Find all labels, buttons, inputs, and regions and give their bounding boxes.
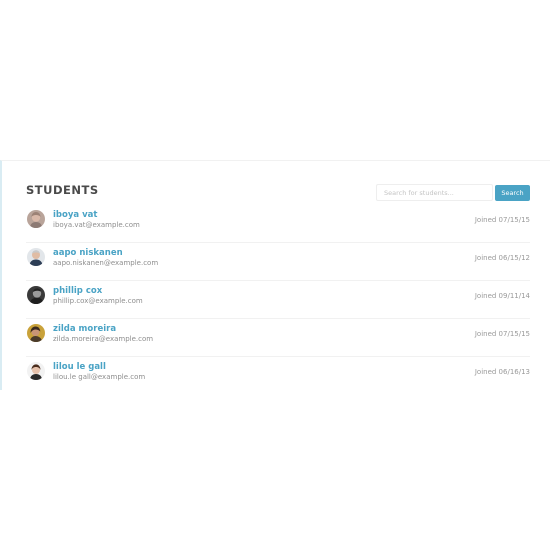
student-email: lilou.le gall@example.com <box>53 373 146 381</box>
student-email: zilda.moreira@example.com <box>53 335 154 343</box>
joined-date: Joined 06/15/12 <box>474 254 530 262</box>
page-title: STUDENTS <box>26 183 99 197</box>
student-list: iboya vat iboya.vat@example.com Joined 0… <box>26 205 530 395</box>
user-avatar-icon <box>27 286 45 304</box>
list-item: phillip cox phillip.cox@example.com Join… <box>26 281 530 319</box>
student-email: iboya.vat@example.com <box>53 221 140 229</box>
list-item: lilou le gall lilou.le gall@example.com … <box>26 357 530 395</box>
student-name-link[interactable]: phillip cox <box>53 286 102 296</box>
user-avatar-icon <box>27 362 45 380</box>
student-name-link[interactable]: lilou le gall <box>53 362 106 372</box>
joined-date: Joined 06/16/13 <box>474 368 530 376</box>
user-avatar-icon <box>27 324 45 342</box>
student-name-link[interactable]: zilda moreira <box>53 324 116 334</box>
list-item: iboya vat iboya.vat@example.com Joined 0… <box>26 205 530 243</box>
search-input[interactable] <box>376 184 493 201</box>
joined-date: Joined 09/11/14 <box>474 292 530 300</box>
avatar[interactable] <box>27 324 45 342</box>
search-button[interactable]: Search <box>495 185 530 201</box>
avatar[interactable] <box>27 210 45 228</box>
joined-date: Joined 07/15/15 <box>474 216 530 224</box>
avatar[interactable] <box>27 248 45 266</box>
avatar[interactable] <box>27 286 45 304</box>
students-card: STUDENTS Search iboya vat iboya.vat@exam… <box>0 160 550 390</box>
list-item: aapo niskanen aapo.niskanen@example.com … <box>26 243 530 281</box>
avatar[interactable] <box>27 362 45 380</box>
student-email: phillip.cox@example.com <box>53 297 143 305</box>
student-name-link[interactable]: aapo niskanen <box>53 248 123 258</box>
user-avatar-icon <box>27 248 45 266</box>
student-name-link[interactable]: iboya vat <box>53 210 97 220</box>
student-email: aapo.niskanen@example.com <box>53 259 159 267</box>
user-avatar-icon <box>27 210 45 228</box>
joined-date: Joined 07/15/15 <box>474 330 530 338</box>
list-item: zilda moreira zilda.moreira@example.com … <box>26 319 530 357</box>
